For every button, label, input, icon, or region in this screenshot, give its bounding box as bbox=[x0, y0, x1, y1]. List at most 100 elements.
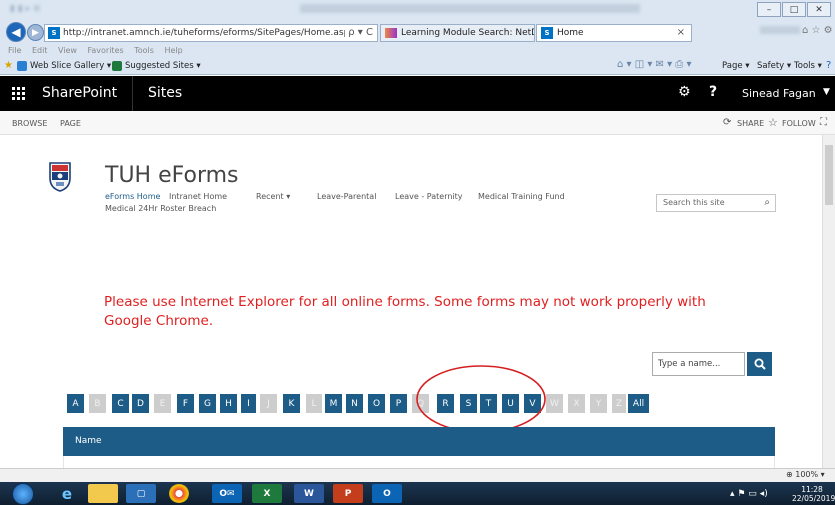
sharepoint-favicon-icon: S bbox=[48, 27, 60, 39]
letter-filter-k[interactable]: K bbox=[283, 394, 300, 413]
page-menu[interactable]: Page ▾ bbox=[722, 61, 750, 71]
zoom-level[interactable]: ⊕ 100% ▾ bbox=[786, 470, 825, 479]
blurred-window-title bbox=[300, 4, 640, 13]
name-search-input[interactable]: Type a name... bbox=[652, 352, 745, 376]
name-search-button[interactable] bbox=[747, 352, 772, 376]
start-orb-icon[interactable] bbox=[12, 483, 34, 505]
table-header-name[interactable]: Name bbox=[63, 427, 775, 456]
nav-intranet-home[interactable]: Intranet Home bbox=[169, 192, 227, 201]
nav-recent[interactable]: Recent ▾ bbox=[256, 192, 290, 201]
web-slice-icon bbox=[17, 61, 27, 71]
focus-mode-icon[interactable]: ⛶ bbox=[820, 117, 827, 128]
help-question-icon[interactable]: ? bbox=[709, 84, 717, 100]
help-icon[interactable]: ? bbox=[826, 60, 831, 71]
home-star-gear-icon[interactable]: ⌂ ☆ ⚙ bbox=[802, 25, 833, 36]
word-icon[interactable]: W bbox=[294, 484, 324, 503]
user-name[interactable]: Sinead Fagan bbox=[742, 87, 816, 100]
excel-icon[interactable]: X bbox=[252, 484, 282, 503]
letter-filter-m[interactable]: M bbox=[325, 394, 342, 413]
ribbon-tab-page[interactable]: PAGE bbox=[60, 119, 81, 128]
internet-explorer-icon[interactable]: e bbox=[52, 484, 82, 503]
nav-medical-24hr-roster[interactable]: Medical 24Hr Roster Breach bbox=[105, 204, 216, 213]
search-icon[interactable]: ⌕ bbox=[764, 195, 770, 211]
site-search-input[interactable]: Search this site ⌕ bbox=[656, 194, 776, 212]
system-tray-icons[interactable]: ▴ ⚑ ▭ ◂) bbox=[730, 489, 768, 499]
sites-link[interactable]: Sites bbox=[148, 85, 182, 101]
letter-filter-a[interactable]: A bbox=[67, 394, 84, 413]
magnifier-icon bbox=[754, 358, 766, 370]
letter-filter-all[interactable]: All bbox=[628, 394, 649, 413]
forward-button[interactable]: ▶ bbox=[27, 24, 44, 41]
nav-leave-parental[interactable]: Leave-Parental bbox=[317, 192, 376, 201]
vertical-scrollbar[interactable] bbox=[822, 135, 835, 468]
suggested-sites[interactable]: Suggested Sites ▾ bbox=[125, 61, 201, 71]
clock-date: 22/05/2019 bbox=[792, 494, 835, 503]
nav-eforms-home[interactable]: eForms Home bbox=[105, 192, 160, 201]
letter-filter-o[interactable]: O bbox=[368, 394, 385, 413]
letter-filter-f[interactable]: F bbox=[177, 394, 194, 413]
tab-label: Home bbox=[557, 28, 584, 38]
tab-learning-module[interactable]: Learning Module Search: NetD... bbox=[380, 24, 535, 42]
outlook-window-icon[interactable]: O bbox=[372, 484, 402, 503]
tab-home[interactable]: S Home × bbox=[536, 24, 692, 42]
back-button[interactable]: ◀ bbox=[6, 22, 26, 42]
menu-file[interactable]: File bbox=[8, 46, 21, 55]
file-explorer-icon[interactable] bbox=[88, 484, 118, 503]
zoom-magnifier-icon: ⊕ bbox=[786, 470, 793, 479]
media-app-icon[interactable]: ▢ bbox=[126, 484, 156, 503]
favorites-star-icon[interactable]: ★ bbox=[4, 60, 13, 71]
status-bar: ⊕ 100% ▾ bbox=[0, 468, 835, 482]
letter-filter-g[interactable]: G bbox=[199, 394, 216, 413]
settings-gear-icon[interactable]: ⚙ bbox=[678, 84, 691, 100]
netd-tab-icon bbox=[385, 28, 397, 38]
sharepoint-tab-icon: S bbox=[541, 27, 553, 39]
nav-medical-training-fund[interactable]: Medical Training Fund bbox=[478, 192, 565, 201]
address-controls[interactable]: ρ ▾ C bbox=[345, 25, 373, 41]
letter-filter-i[interactable]: I bbox=[241, 394, 256, 413]
close-tab-icon[interactable]: × bbox=[677, 25, 685, 41]
share-button[interactable]: SHARE bbox=[737, 119, 764, 128]
tuh-crest-logo[interactable] bbox=[48, 160, 72, 192]
tab-label: Learning Module Search: NetD... bbox=[401, 28, 535, 38]
letter-filter-d[interactable]: D bbox=[132, 394, 149, 413]
menu-edit[interactable]: Edit bbox=[32, 46, 48, 55]
chrome-icon[interactable] bbox=[169, 484, 189, 503]
ribbon-tab-browse[interactable]: BROWSE bbox=[12, 119, 47, 128]
web-slice-gallery[interactable]: Web Slice Gallery ▾ bbox=[30, 61, 111, 71]
menu-view[interactable]: View bbox=[58, 46, 77, 55]
outlook-icon[interactable]: O✉ bbox=[212, 484, 242, 503]
letter-filter-n[interactable]: N bbox=[346, 394, 363, 413]
safety-menu[interactable]: Safety ▾ bbox=[757, 61, 791, 71]
letter-filter-h[interactable]: H bbox=[220, 394, 237, 413]
letter-filter-z: Z bbox=[612, 394, 626, 413]
close-window-button[interactable]: ✕ bbox=[807, 2, 831, 17]
tools-menu[interactable]: Tools ▾ bbox=[794, 61, 822, 71]
back-arrow-icon: ◀ bbox=[11, 25, 21, 39]
scrollbar-thumb[interactable] bbox=[825, 145, 833, 205]
menu-bar: File Edit View Favorites Tools Help bbox=[0, 44, 835, 58]
letter-filter-c[interactable]: C bbox=[112, 394, 129, 413]
site-title[interactable]: TUH eForms bbox=[105, 163, 239, 188]
menu-favorites[interactable]: Favorites bbox=[88, 46, 124, 55]
letter-filter-l: L bbox=[306, 394, 322, 413]
follow-button[interactable]: FOLLOW bbox=[782, 119, 816, 128]
favorites-bar: ★ Web Slice Gallery ▾ Suggested Sites ▾ … bbox=[0, 58, 835, 75]
nav-leave-paternity[interactable]: Leave - Paternity bbox=[395, 192, 463, 201]
letter-filter-p[interactable]: P bbox=[390, 394, 407, 413]
window-title-bar: ▮ ▮ ▸ ⊕ – □ ✕ bbox=[0, 0, 835, 20]
menu-help[interactable]: Help bbox=[164, 46, 182, 55]
letter-filter-x: X bbox=[568, 394, 585, 413]
zoom-value: 100% bbox=[795, 470, 819, 479]
command-bar-icons[interactable]: ⌂ ▾ ◫ ▾ ✉ ▾ ⎙ ▾ bbox=[617, 59, 692, 70]
powerpoint-icon[interactable]: P bbox=[333, 484, 363, 503]
user-chevron-down-icon[interactable]: ▼ bbox=[823, 87, 830, 97]
sharepoint-brand[interactable]: SharePoint bbox=[42, 85, 117, 101]
minimize-button[interactable]: – bbox=[757, 2, 781, 17]
system-clock[interactable]: 11:28 22/05/2019 bbox=[792, 485, 835, 503]
table-body bbox=[63, 456, 775, 468]
letter-filter-y: Y bbox=[590, 394, 607, 413]
address-bar[interactable]: S http://intranet.amnch.ie/tuheforms/efo… bbox=[44, 24, 378, 42]
maximize-button[interactable]: □ bbox=[782, 2, 806, 17]
menu-tools[interactable]: Tools bbox=[134, 46, 154, 55]
app-launcher-icon[interactable] bbox=[12, 87, 25, 100]
